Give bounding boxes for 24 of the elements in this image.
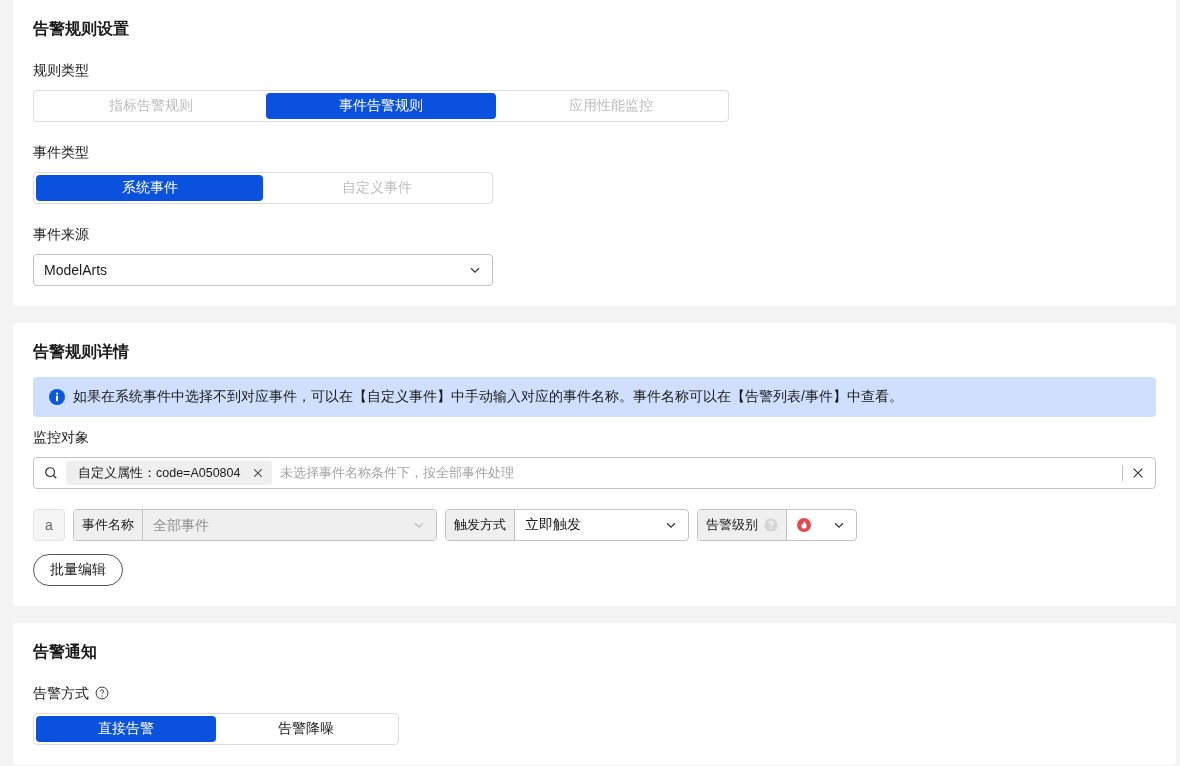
segment-tab[interactable]: 事件告警规则 [266, 93, 496, 119]
field-label: 事件类型 [33, 143, 89, 162]
section-title: 告警规则详情 [33, 342, 129, 362]
field-label: 监控对象 [33, 428, 89, 447]
segment-tab[interactable]: 告警降噪 [216, 716, 396, 742]
close-icon [252, 467, 265, 479]
search-input[interactable]: 未选择事件名称条件下，按全部事件处理 [280, 466, 1114, 480]
search-field[interactable]: 自定义属性：code=A050804 未选择事件名称条件下，按全部事件处理 [33, 457, 1156, 489]
field-label: 告警方式 [33, 684, 89, 703]
field-label: 事件来源 [33, 225, 89, 244]
info-text: 如果在系统事件中选择不到对应事件，可以在【自定义事件】中手动输入对应的事件名称。事件名称可以在【告警列表/事件】中查看。 [73, 388, 903, 406]
segment-tab[interactable]: 直接告警 [36, 716, 216, 742]
batch-edit-button[interactable]: 批量编辑 [33, 554, 123, 586]
help-icon [95, 686, 109, 700]
clear-icon [1131, 466, 1145, 480]
condition-index: a [33, 509, 65, 541]
search-icon [44, 466, 58, 480]
segment-tab[interactable]: 系统事件 [36, 175, 263, 201]
field-label: 规则类型 [33, 61, 89, 80]
info-icon [49, 389, 65, 405]
source-select[interactable]: ModelArts [33, 254, 493, 286]
section-title: 告警规则设置 [33, 19, 129, 39]
section-title: 告警通知 [33, 642, 97, 662]
tag-text: 自定义属性：code=A050804 [78, 464, 241, 482]
